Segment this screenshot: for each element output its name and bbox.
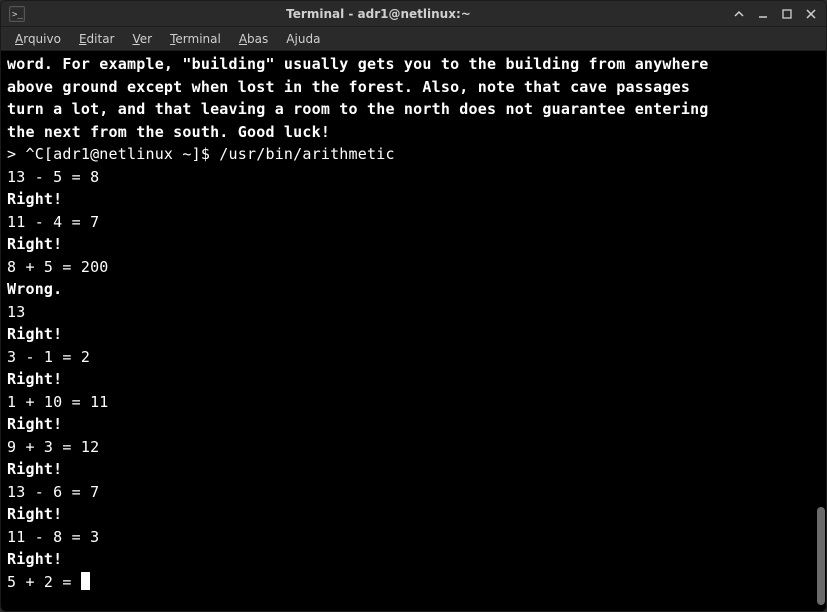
terminal-output[interactable]: word. For example, "building" usually ge… <box>1 51 816 611</box>
svg-text:>_: >_ <box>12 10 23 20</box>
app-icon: >_ <box>9 6 25 22</box>
menubar: Arquivo Editar Ver Terminal Abas Ajuda <box>1 27 826 51</box>
terminal-area[interactable]: word. For example, "building" usually ge… <box>1 51 826 611</box>
menu-arquivo[interactable]: Arquivo <box>7 30 69 48</box>
cursor <box>81 572 90 590</box>
window-title: Terminal - adr1@netlinux:~ <box>31 7 726 21</box>
window-controls <box>732 7 818 21</box>
menu-abas[interactable]: Abas <box>231 30 276 48</box>
menu-terminal[interactable]: Terminal <box>162 30 229 48</box>
rollup-button[interactable] <box>732 7 746 21</box>
menu-ver[interactable]: Ver <box>125 30 161 48</box>
scrollbar-thumb[interactable] <box>817 507 825 605</box>
close-button[interactable] <box>804 7 818 21</box>
minimize-button[interactable] <box>756 7 770 21</box>
maximize-button[interactable] <box>780 7 794 21</box>
terminal-window: >_ Terminal - adr1@netlinux:~ Arquivo Ed… <box>0 0 827 612</box>
menu-editar[interactable]: Editar <box>71 30 123 48</box>
titlebar: >_ Terminal - adr1@netlinux:~ <box>1 1 826 27</box>
scrollbar[interactable] <box>816 51 826 611</box>
menu-ajuda[interactable]: Ajuda <box>278 30 328 48</box>
